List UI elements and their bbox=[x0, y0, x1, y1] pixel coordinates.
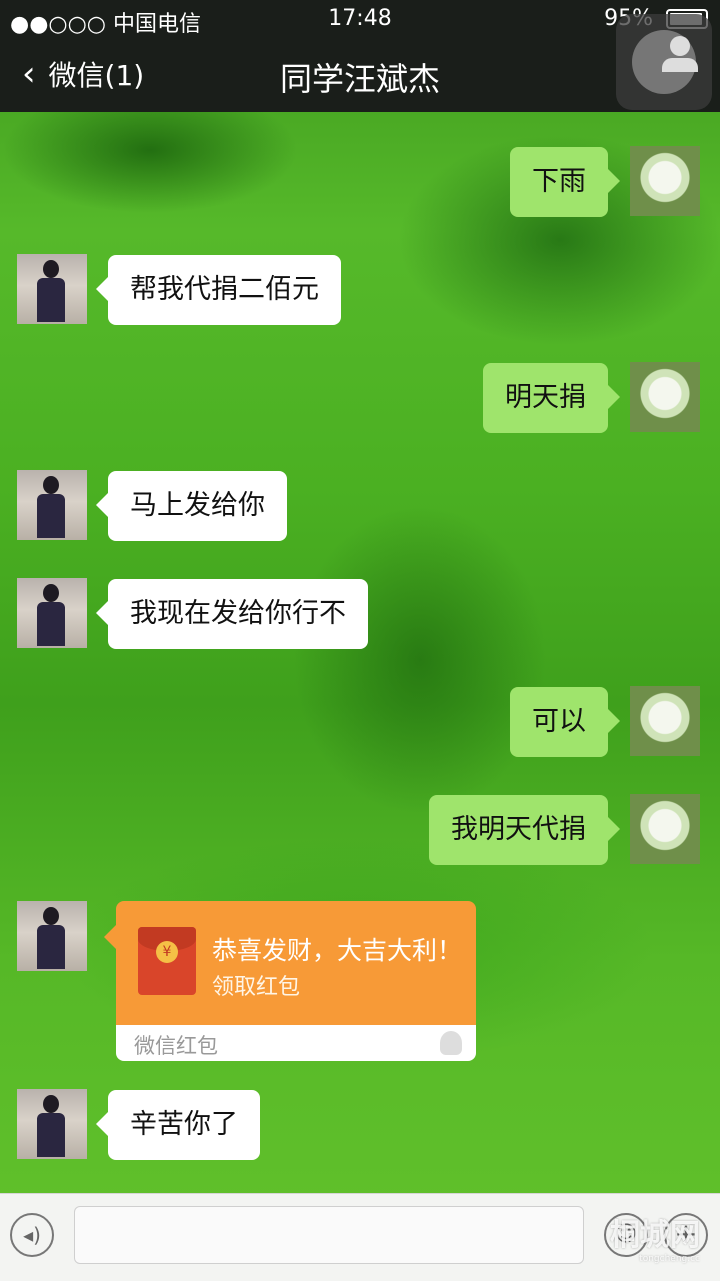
chat-info-button[interactable] bbox=[616, 14, 712, 110]
red-packet-greeting: 恭喜发财，大吉大利！ bbox=[212, 936, 463, 965]
my-avatar[interactable] bbox=[630, 686, 700, 756]
site-watermark: 桐城网 tongcheng.cc bbox=[610, 1210, 700, 1264]
profile-icon bbox=[632, 30, 698, 94]
my-avatar[interactable] bbox=[630, 794, 700, 864]
red-packet-action: 领取红包 bbox=[212, 975, 301, 1000]
navigation-bar: ‹ 微信(1) 同学汪斌杰 bbox=[0, 40, 720, 112]
red-envelope-icon: ¥ bbox=[138, 927, 196, 995]
contact-avatar[interactable] bbox=[17, 901, 87, 971]
voice-icon: ◂) bbox=[23, 1223, 41, 1247]
contact-avatar[interactable] bbox=[17, 254, 87, 324]
coin-icon: ¥ bbox=[156, 941, 178, 963]
red-packet-card[interactable]: ¥ 恭喜发财，大吉大利！ 领取红包 微信红包 bbox=[116, 901, 476, 1061]
message-bubble-incoming[interactable]: 马上发给你 bbox=[96, 471, 287, 541]
wechat-pay-icon bbox=[440, 1031, 462, 1055]
watermark-url: tongcheng.cc bbox=[639, 1254, 700, 1264]
message-bubble-outgoing[interactable]: 可以 bbox=[510, 687, 620, 757]
message-bubble-incoming[interactable]: 我现在发给你行不 bbox=[96, 579, 368, 649]
message-bubble-outgoing[interactable]: 下雨 bbox=[510, 147, 620, 217]
contact-avatar[interactable] bbox=[17, 578, 87, 648]
my-avatar[interactable] bbox=[630, 146, 700, 216]
status-bar: ●●○○○ 中国电信 17:48 95% bbox=[0, 0, 720, 40]
my-avatar[interactable] bbox=[630, 362, 700, 432]
watermark-text: 桐城网 bbox=[610, 1218, 700, 1253]
contact-avatar[interactable] bbox=[17, 1089, 87, 1159]
red-packet-brand: 微信红包 bbox=[134, 1034, 218, 1058]
message-input[interactable] bbox=[74, 1206, 584, 1264]
contact-avatar[interactable] bbox=[17, 470, 87, 540]
voice-input-button[interactable]: ◂) bbox=[10, 1213, 54, 1257]
message-bubble-outgoing[interactable]: 明天捐 bbox=[483, 363, 620, 433]
message-bubble-incoming[interactable]: 辛苦你了 bbox=[96, 1090, 260, 1160]
chat-title: 同学汪斌杰 bbox=[279, 60, 440, 98]
message-bubble-outgoing[interactable]: 我明天代捐 bbox=[429, 795, 620, 865]
message-bubble-incoming[interactable]: 帮我代捐二佰元 bbox=[96, 255, 341, 325]
